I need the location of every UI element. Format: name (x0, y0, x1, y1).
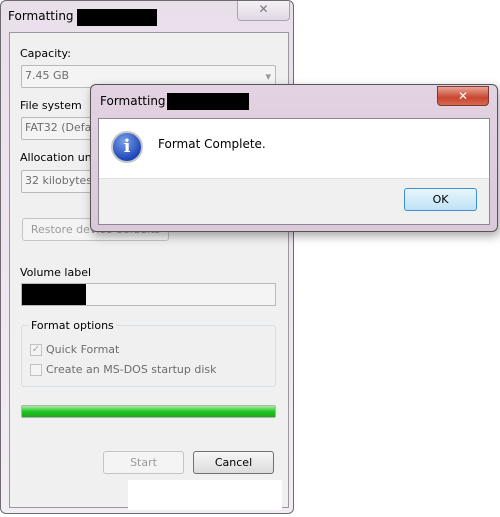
msdos-label: Create an MS-DOS startup disk (46, 363, 217, 376)
dialog-body: i Format Complete. OK (98, 118, 490, 225)
format-window: Formatting ✕ Capacity: 7.45 GB ▾ File sys… (0, 0, 294, 514)
redacted-drive-name (77, 9, 157, 26)
progress-bar (21, 405, 276, 418)
occluding-patch (298, 470, 500, 517)
redacted-drive-name (167, 93, 249, 110)
dialog-close-button[interactable]: ✕ (437, 86, 489, 106)
progress-fill (22, 406, 275, 417)
format-complete-dialog: Formatting ✕ i Format Complete. OK (90, 84, 498, 232)
redacted-volume-label (22, 284, 86, 305)
volume-label-input[interactable] (21, 283, 276, 306)
dialog-message-area: i Format Complete. (99, 119, 489, 179)
file-system-label: File system (20, 99, 82, 112)
chevron-down-icon: ▾ (265, 70, 271, 83)
capacity-label: Capacity: (20, 47, 71, 60)
msdos-checkbox[interactable] (30, 364, 42, 376)
cancel-button[interactable]: Cancel (193, 451, 274, 474)
close-icon: ✕ (258, 2, 269, 16)
allocation-value: 32 kilobytes (25, 174, 93, 187)
format-options-label: Format options (29, 319, 116, 332)
ok-button[interactable]: OK (404, 188, 477, 211)
info-icon: i (111, 131, 143, 163)
capacity-value: 7.45 GB (25, 69, 70, 82)
volume-label-label: Volume label (20, 266, 92, 279)
dialog-title: Formatting (100, 94, 166, 108)
dialog-message: Format Complete. (158, 137, 266, 151)
window-title: Formatting (8, 9, 74, 23)
format-options-group (21, 325, 276, 387)
close-button[interactable]: ✕ (237, 1, 290, 21)
occluding-patch (128, 480, 282, 510)
quick-format-checkbox[interactable]: ✓ (30, 344, 42, 356)
quick-format-label: Quick Format (46, 343, 120, 356)
start-button[interactable]: Start (103, 451, 184, 474)
close-icon: ✕ (457, 89, 469, 103)
